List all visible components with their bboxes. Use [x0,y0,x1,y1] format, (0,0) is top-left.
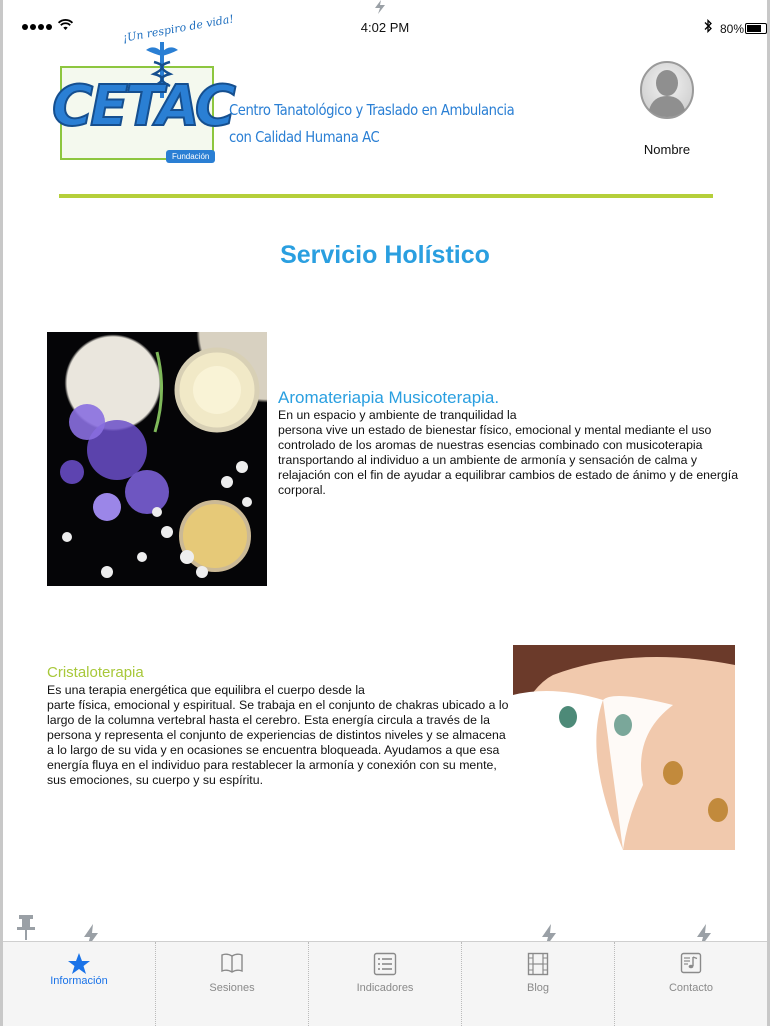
film-icon [527,952,549,976]
section-title-aromatherapy: Aromateriapia Musicoterapia. [278,388,500,407]
pin-icon [17,915,35,940]
tab-bar: Información Sesiones Indicadores Blog Co… [3,941,767,1026]
header-divider [59,194,713,198]
section-body-text: parte física, emocional y espiritual. Se… [47,698,509,787]
section-title-crystal-therapy: Cristaloterapia [47,664,144,681]
battery-percent: 80% [720,22,745,36]
bluetooth-icon [704,19,712,33]
page-title: Servicio Holístico [280,241,490,269]
logo-wordmark: CETAC [51,73,237,140]
section-body-aromatherapy: En un espacio y ambiente de tranquilidad… [278,408,753,498]
tab-informacion[interactable]: Información [3,942,155,1026]
music-note-icon [680,952,702,974]
crystal-therapy-image [513,645,735,850]
tab-label: Indicadores [356,982,414,994]
org-name-line1: Centro Tanatológico y Traslado en Ambula… [229,101,515,119]
star-icon [68,953,90,974]
list-icon [373,952,397,976]
user-name[interactable]: Nombre [626,142,708,157]
tab-label: Blog [526,982,550,994]
tab-label: Sesiones [209,982,255,994]
tab-label: Información [50,975,108,987]
cetac-logo: ¡Un respiro de vida! CETAC Fundación [51,12,237,167]
aromatherapy-image [47,332,267,586]
tab-indicadores[interactable]: Indicadores [308,942,461,1026]
lightning-icon [375,0,385,14]
logo-badge: Fundación [166,150,216,163]
tab-contacto[interactable]: Contacto [614,942,767,1026]
section-body-line: En un espacio y ambiente de tranquilidad… [278,408,517,422]
book-icon [221,953,243,973]
section-body-line: Es una terapia energética que equilibra … [47,683,365,697]
avatar[interactable] [639,60,695,120]
battery-icon [745,23,767,34]
tab-blog[interactable]: Blog [461,942,614,1026]
section-body-crystal-therapy: Es una terapia energética que equilibra … [47,683,509,788]
tab-sesiones[interactable]: Sesiones [155,942,308,1026]
section-body-text: persona vive un estado de bienestar físi… [278,423,739,497]
organization-name: Centro Tanatológico y Traslado en Ambula… [229,97,515,151]
org-name-line2: con Calidad Humana AC [229,128,380,146]
tab-label: Contacto [668,982,714,994]
